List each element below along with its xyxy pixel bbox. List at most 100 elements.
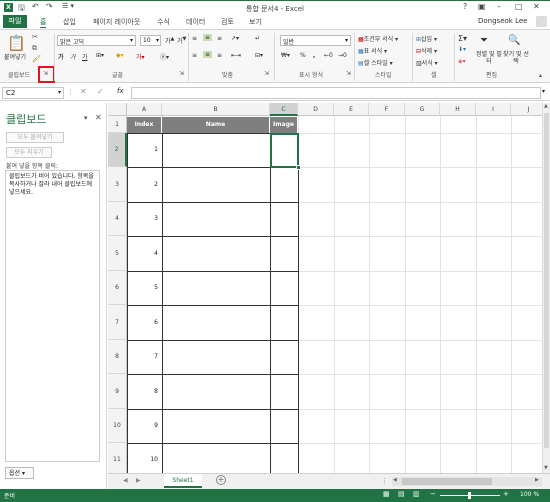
row-header-6[interactable]: 6 — [108, 271, 127, 305]
row-header-7[interactable]: 7 — [108, 305, 127, 340]
table-cell-index[interactable]: 3 — [127, 215, 158, 222]
clipboard-items-list[interactable]: 클립보드가 비어 있습니다. 항목을 복사하거나 잘라 내어 클립보드에 넣으세… — [5, 170, 100, 462]
comma-button[interactable]: , — [313, 52, 315, 59]
align-top-icon[interactable]: ≡ — [192, 35, 197, 42]
tab-file[interactable]: 파일 — [3, 15, 27, 28]
normal-view-icon[interactable]: ▦ — [383, 490, 390, 498]
prev-sheet-icon[interactable]: ◀ — [123, 477, 128, 484]
find-select-button[interactable]: 찾기 및 선택 — [503, 51, 529, 65]
border-icon[interactable]: ⊞▾ — [96, 52, 104, 59]
font-name-select[interactable]: 맑은 고딕 ▾ — [57, 35, 136, 46]
close-icon[interactable]: ✕ — [533, 2, 540, 11]
format-as-table-button[interactable]: ▦표 서식 ▾ — [358, 46, 387, 55]
align-middle-icon[interactable]: ≡ — [203, 34, 213, 41]
row-header-11[interactable]: 11 — [108, 443, 127, 473]
close-pane-icon[interactable]: ✕ — [95, 113, 102, 122]
align-center-icon[interactable]: ≡ — [203, 51, 213, 58]
ribbon-display-icon[interactable]: ▣ — [478, 2, 486, 11]
collapse-ribbon-icon[interactable]: ▴ — [539, 72, 542, 79]
page-layout-view-icon[interactable]: ▤ — [398, 490, 405, 498]
add-sheet-icon[interactable]: + — [216, 475, 226, 485]
user-name[interactable]: Dongseok Lee — [478, 17, 527, 25]
font-size-select[interactable]: 10 ▾ — [140, 35, 161, 46]
row-header-8[interactable]: 8 — [108, 340, 127, 374]
help-icon[interactable]: ? — [463, 2, 467, 11]
orientation-icon[interactable]: ↗▾ — [231, 35, 239, 42]
fill-color-icon[interactable]: ◆▾ — [116, 52, 124, 59]
table-cell-index[interactable]: 8 — [127, 388, 158, 395]
font-dialog-launcher-icon[interactable]: ⇲ — [179, 70, 184, 77]
tab-data[interactable]: 데이터 — [186, 17, 205, 27]
row-header-4[interactable]: 4 — [108, 202, 127, 236]
increase-decimal-icon[interactable]: ←0 — [324, 52, 333, 59]
row-header-10[interactable]: 10 — [108, 409, 127, 443]
column-header-j[interactable]: J — [511, 103, 542, 116]
copy-icon[interactable]: ⧉ — [32, 44, 37, 53]
column-header-e[interactable]: E — [334, 103, 369, 116]
zoom-slider-thumb[interactable] — [468, 492, 471, 499]
expand-formula-bar-icon[interactable]: ▾ — [542, 88, 545, 95]
table-cell-index[interactable]: 9 — [127, 422, 158, 429]
table-header-cell[interactable]: Image — [270, 117, 298, 133]
sort-filter-button[interactable]: 정렬 및 필터 — [476, 51, 502, 65]
align-bottom-icon[interactable]: ≡ — [217, 35, 222, 42]
paste-all-button[interactable]: 모두 붙여넣기 — [6, 132, 64, 143]
underline-button[interactable]: 가 — [82, 52, 88, 61]
table-cell-index[interactable]: 10 — [127, 456, 158, 463]
row-header-2[interactable]: 2 — [108, 133, 127, 167]
paste-icon[interactable]: 📋 — [7, 34, 26, 52]
indent-icon[interactable]: ⇤⇥ — [231, 52, 241, 59]
column-header-a[interactable]: A — [127, 103, 162, 116]
h-scroll-thumb[interactable] — [402, 478, 492, 485]
zoom-out-icon[interactable]: − — [430, 490, 436, 498]
confirm-entry-icon[interactable]: ✓ — [97, 87, 104, 96]
cancel-entry-icon[interactable]: ✕ — [80, 87, 87, 96]
clear-all-button[interactable]: 모두 지우기 — [6, 147, 52, 158]
tab-formulas[interactable]: 수식 — [157, 17, 170, 27]
wrap-text-icon[interactable]: ↵ — [255, 35, 260, 42]
currency-icon[interactable]: ₩▾ — [281, 52, 290, 59]
number-format-select[interactable]: 일반 ▾ — [280, 35, 351, 46]
scroll-left-icon[interactable]: ◀ — [393, 477, 397, 483]
grow-font-icon[interactable]: 가▲ — [165, 36, 174, 45]
number-dialog-launcher-icon[interactable]: ⇲ — [346, 70, 351, 77]
merge-center-icon[interactable]: ⊟▾ — [255, 52, 263, 59]
row-header-9[interactable]: 9 — [108, 374, 127, 409]
conditional-format-button[interactable]: ▦조건부 서식 ▾ — [358, 34, 398, 43]
paste-button[interactable]: 붙여넣기 — [4, 52, 26, 61]
selected-cell-c2[interactable] — [270, 133, 299, 168]
worksheet-grid[interactable]: ABCDEFGHIJ 1 2 3 4 5 6 7 8 9 10 11 Index Name Image 1… — [108, 103, 542, 473]
table-cell-index[interactable]: 5 — [127, 284, 158, 291]
select-all-corner[interactable] — [108, 103, 127, 116]
vertical-scrollbar[interactable]: ▲ ▼ — [542, 103, 550, 473]
sort-filter-icon[interactable]: ⏷ — [480, 35, 488, 46]
insert-function-button[interactable]: fx — [117, 87, 124, 95]
format-cells-button[interactable]: ▥서식 ▾ — [416, 58, 438, 67]
scroll-thumb[interactable] — [544, 113, 549, 448]
minimize-icon[interactable]: – — [497, 2, 501, 11]
tab-split-grip-icon[interactable]: ⋮ — [381, 477, 388, 485]
pane-options-icon[interactable]: ▾ — [84, 114, 88, 122]
column-header-g[interactable]: G — [405, 103, 440, 116]
tab-review[interactable]: 검토 — [221, 17, 234, 27]
column-header-c[interactable]: C — [270, 103, 298, 116]
scroll-up-icon[interactable]: ▲ — [544, 103, 548, 109]
scroll-down-icon[interactable]: ▼ — [544, 465, 548, 471]
delete-cells-button[interactable]: ⊟삭제 ▾ — [416, 46, 437, 55]
format-painter-icon[interactable]: 🖌 — [32, 55, 41, 63]
find-select-icon[interactable]: 🔍 — [508, 35, 520, 46]
bold-button[interactable]: 가 — [58, 52, 64, 61]
tab-insert[interactable]: 삽입 — [63, 17, 76, 27]
insert-cells-button[interactable]: ⊞삽입 ▾ — [416, 34, 437, 43]
sheet-tab-sheet1[interactable]: Sheet1 — [164, 474, 202, 488]
table-cell-index[interactable]: 6 — [127, 319, 158, 326]
table-cell-index[interactable]: 2 — [127, 181, 158, 188]
autosum-icon[interactable]: Σ▾ — [458, 34, 467, 43]
decrease-decimal-icon[interactable]: →0 — [338, 52, 347, 59]
column-header-d[interactable]: D — [298, 103, 334, 116]
page-break-view-icon[interactable]: ▥ — [413, 490, 420, 498]
column-header-h[interactable]: H — [440, 103, 476, 116]
zoom-level[interactable]: 100 % — [520, 491, 539, 498]
scroll-right-icon[interactable]: ▶ — [535, 477, 539, 483]
align-right-icon[interactable]: ≡ — [217, 52, 222, 59]
